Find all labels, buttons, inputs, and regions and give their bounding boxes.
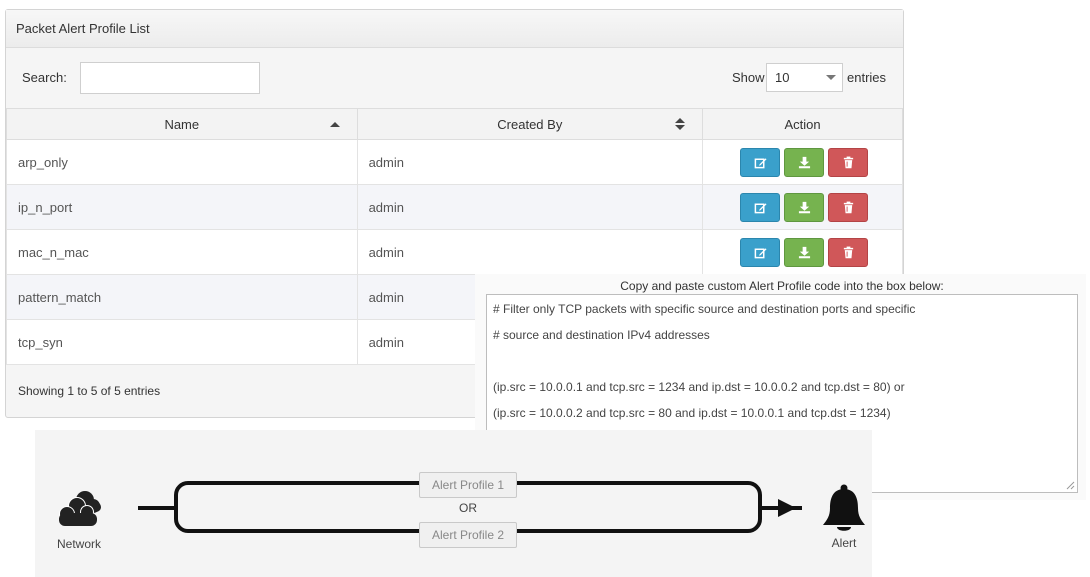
table-row: arp_only admin <box>6 139 903 185</box>
created-by-cell: admin <box>356 229 704 275</box>
resize-grip-icon[interactable] <box>1066 481 1075 490</box>
download-button[interactable] <box>784 192 825 222</box>
trash-icon <box>842 156 855 169</box>
bell-icon <box>823 484 865 531</box>
chevron-down-icon <box>826 75 836 80</box>
profile-name-cell: arp_only <box>6 139 358 185</box>
download-icon <box>798 156 811 169</box>
edit-button[interactable] <box>740 192 781 222</box>
arrow-right-icon <box>778 499 796 517</box>
edit-button[interactable] <box>740 237 781 267</box>
sort-ascending-icon <box>329 122 340 127</box>
sort-icon <box>675 118 686 132</box>
profile-name-cell: pattern_match <box>6 274 358 320</box>
action-cell <box>702 184 903 230</box>
page-size-value: 10 <box>775 70 790 85</box>
code-line: # source and destination IPv4 addresses <box>493 328 710 342</box>
action-cell <box>702 139 903 185</box>
profile-name-cell: tcp_syn <box>6 319 358 365</box>
delete-button[interactable] <box>828 237 869 267</box>
flow-line-left <box>138 506 178 510</box>
network-label: Network <box>56 537 101 551</box>
edit-button[interactable] <box>740 147 781 177</box>
table-row: mac_n_mac admin <box>6 229 903 275</box>
trash-icon <box>842 246 855 259</box>
trash-icon <box>842 201 855 214</box>
table-row: ip_n_port admin <box>6 184 903 230</box>
search-label: Search: <box>22 70 67 85</box>
search-input[interactable] <box>80 62 260 94</box>
alert-flow-diagram: Network Alert Profile 1 OR Alert Profile… <box>35 430 872 577</box>
column-header-action: Action <box>702 108 903 140</box>
edit-icon <box>754 201 767 214</box>
delete-button[interactable] <box>828 147 869 177</box>
created-by-cell: admin <box>356 139 704 185</box>
alert-label: Alert <box>831 536 857 550</box>
code-line: # Filter only TCP packets with specific … <box>493 302 916 316</box>
table-info: Showing 1 to 5 of 5 entries <box>18 384 161 398</box>
page-size-select[interactable]: 10 <box>766 63 843 92</box>
download-icon <box>798 246 811 259</box>
download-button[interactable] <box>784 147 825 177</box>
delete-button[interactable] <box>828 192 869 222</box>
alert-profile-2-chip: Alert Profile 2 <box>419 522 517 548</box>
download-button[interactable] <box>784 237 825 267</box>
edit-icon <box>754 156 767 169</box>
or-label: OR <box>459 501 477 515</box>
cloud-network-icon <box>59 491 101 526</box>
download-icon <box>798 201 811 214</box>
show-label: Show <box>732 70 765 85</box>
custom-code-label: Copy and paste custom Alert Profile code… <box>620 279 944 293</box>
edit-icon <box>754 246 767 259</box>
panel-title: Packet Alert Profile List <box>6 10 903 48</box>
action-cell <box>702 229 903 275</box>
created-by-cell: admin <box>356 184 704 230</box>
profile-name-cell: ip_n_port <box>6 184 358 230</box>
code-line: (ip.src = 10.0.0.2 and tcp.src = 80 and … <box>493 406 891 420</box>
alert-profile-1-chip: Alert Profile 1 <box>419 472 517 498</box>
column-header-created-by[interactable]: Created By <box>356 108 704 140</box>
profile-name-cell: mac_n_mac <box>6 229 358 275</box>
entries-label: entries <box>847 70 887 85</box>
column-header-name[interactable]: Name <box>6 108 358 140</box>
code-line: (ip.src = 10.0.0.1 and tcp.src = 1234 an… <box>493 380 905 394</box>
table-toolbar: Search: Show 10 entries <box>6 48 903 108</box>
